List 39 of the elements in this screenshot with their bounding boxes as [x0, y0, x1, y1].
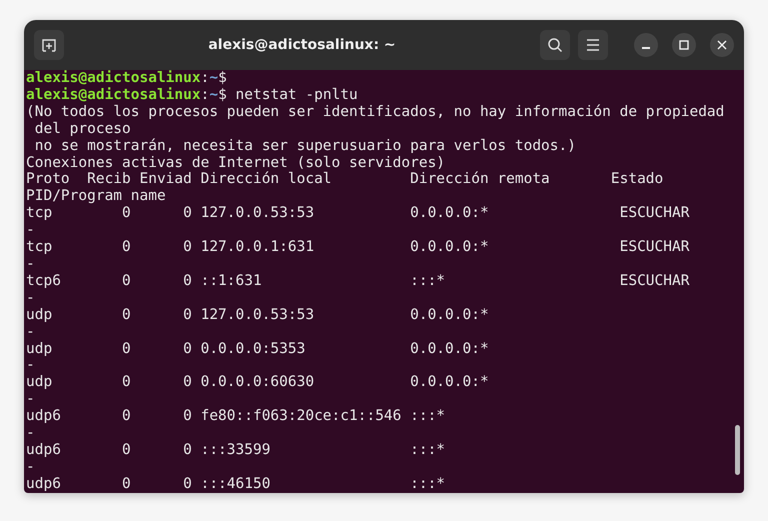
search-icon [547, 37, 563, 53]
new-tab-icon [41, 37, 57, 53]
output-line: - [26, 324, 35, 340]
minimize-icon [642, 47, 650, 49]
output-line: - [26, 357, 35, 374]
menu-icon [586, 39, 600, 51]
output-line: PID/Program name [26, 188, 166, 206]
output-line: del proceso [34, 120, 131, 138]
close-icon [717, 40, 727, 50]
search-button[interactable] [540, 30, 570, 60]
maximize-icon [679, 40, 689, 50]
output-line: udp6 0 0 fe80::f063:20ce:c1::546 :::* [26, 408, 446, 426]
output-line: udp 0 0 127.0.0.53:53 0.0.0.0:* [26, 306, 489, 324]
close-button[interactable] [710, 33, 734, 57]
prompt-line: alexis@adictosalinux:~$ netstat -pnltu [26, 86, 358, 104]
output-line: Conexiones activas de Internet (solo servidores) [26, 154, 446, 171]
output-line: (No todos los procesos pueden ser identificados, no hay información de propiedad [26, 104, 724, 121]
menu-button[interactable] [578, 30, 608, 60]
window-title: alexis@adictosalinux: ~ [207, 37, 397, 53]
output-line: udp6 0 0 :::46150 :::* [26, 476, 446, 493]
output-line: - [26, 458, 35, 476]
minimize-button[interactable] [634, 33, 658, 57]
output-line: - [26, 222, 35, 240]
maximize-button[interactable] [672, 33, 696, 57]
output-line: tcp 0 0 127.0.0.53:53 0.0.0.0:* ESCUCHAR [26, 205, 690, 222]
output-line: - [26, 290, 35, 307]
output-line: udp6 0 0 :::33599 :::* [26, 442, 446, 459]
output-line: udp 0 0 0.0.0.0:60630 0.0.0.0:* [26, 374, 489, 392]
new-tab-button[interactable] [34, 30, 64, 60]
scrollbar[interactable] [735, 425, 740, 475]
output-line: - [26, 256, 35, 273]
prompt-line: alexis@adictosalinux:~$ [26, 70, 227, 87]
output-line: tcp6 0 0 ::1:631 :::* ESCUCHAR [26, 272, 690, 290]
output-line: tcp 0 0 127.0.0.1:631 0.0.0.0:* ESCUCHAR [26, 239, 690, 256]
output-line: no se mostrarán, necesita ser superusuario para verlos todos.) [34, 138, 576, 155]
output-line: Proto Recib Enviad Dirección local Dirección remota Estado [26, 171, 664, 188]
output-line: udp 0 0 0.0.0.0:5353 0.0.0.0:* [26, 340, 489, 358]
output-line: - [26, 425, 35, 442]
output-line: - [26, 391, 35, 408]
